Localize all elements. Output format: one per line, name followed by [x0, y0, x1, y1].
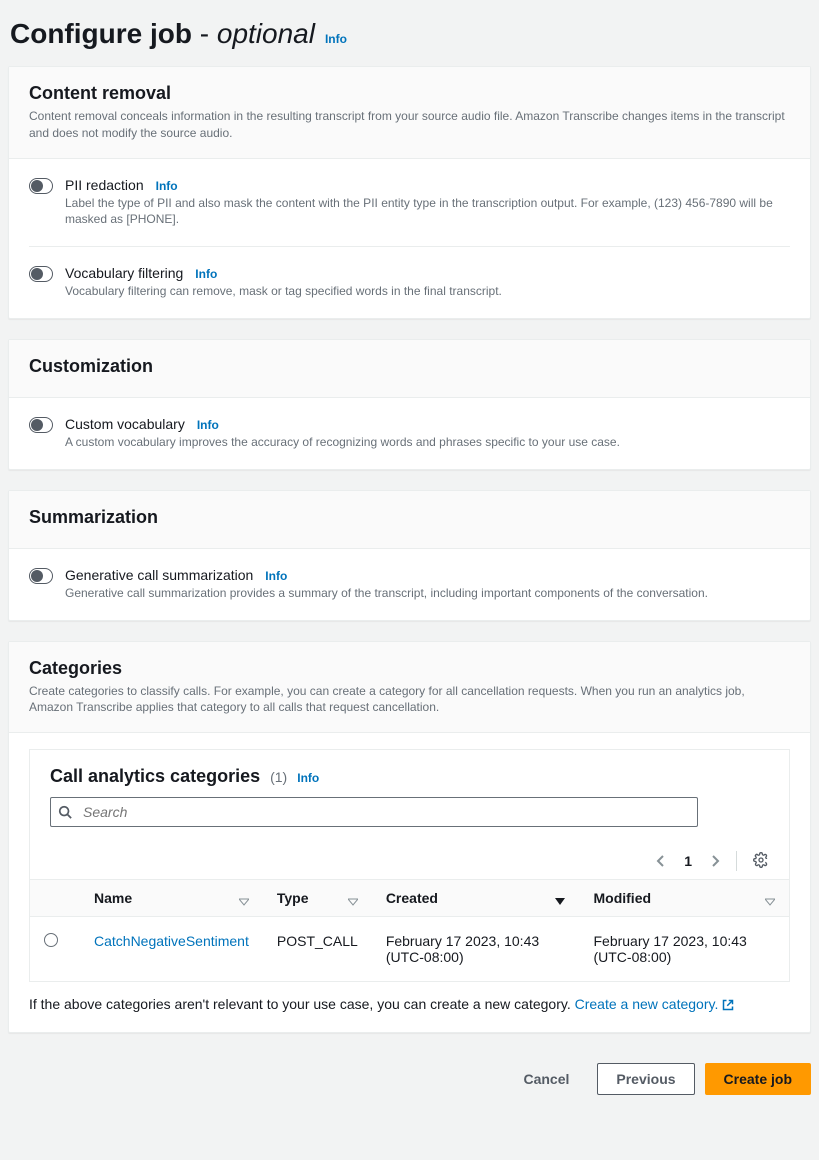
- custom-vocab-desc: A custom vocabulary improves the accurac…: [65, 434, 790, 451]
- table-title: Call analytics categories: [50, 766, 260, 787]
- create-job-button[interactable]: Create job: [705, 1063, 811, 1095]
- gen-summarization-label: Generative call summarization: [65, 567, 253, 583]
- vocab-filtering-desc: Vocabulary filtering can remove, mask or…: [65, 283, 790, 300]
- option-pii-redaction: PII redaction Info Label the type of PII…: [29, 159, 790, 247]
- settings-button[interactable]: [753, 852, 769, 871]
- page-number: 1: [684, 853, 692, 869]
- page-title-sep: -: [200, 18, 209, 49]
- summarization-title: Summarization: [29, 507, 790, 528]
- gen-summarization-desc: Generative call summarization provides a…: [65, 585, 790, 602]
- categories-table: Call analytics categories (1) Info: [29, 749, 790, 982]
- col-modified[interactable]: Modified: [579, 880, 789, 917]
- page-title-optional: optional: [217, 18, 315, 49]
- pii-redaction-info[interactable]: Info: [156, 179, 178, 193]
- vocab-filtering-info[interactable]: Info: [195, 267, 217, 281]
- custom-vocab-info[interactable]: Info: [197, 418, 219, 432]
- col-name[interactable]: Name: [80, 880, 263, 917]
- gen-summarization-info[interactable]: Info: [265, 569, 287, 583]
- toggle-vocab-filtering[interactable]: [29, 266, 53, 282]
- sort-icon-active: [555, 893, 565, 903]
- category-name-link[interactable]: CatchNegativeSentiment: [94, 933, 249, 949]
- external-link-icon: [722, 998, 734, 1014]
- categories-desc: Create categories to classify calls. For…: [29, 683, 790, 717]
- panel-summarization: Summarization Generative call summarizat…: [8, 490, 811, 621]
- toggle-pii-redaction[interactable]: [29, 178, 53, 194]
- table-count: (1): [270, 769, 287, 785]
- category-created: February 17 2023, 10:43 (UTC-08:00): [372, 917, 580, 982]
- search-icon: [58, 805, 72, 819]
- content-removal-title: Content removal: [29, 83, 790, 104]
- page-info-link[interactable]: Info: [325, 32, 347, 46]
- panel-customization: Customization Custom vocabulary Info A c…: [8, 339, 811, 470]
- wizard-footer: Cancel Previous Create job: [8, 1053, 811, 1103]
- custom-vocab-label: Custom vocabulary: [65, 416, 185, 432]
- table-row: CatchNegativeSentiment POST_CALL Februar…: [30, 917, 789, 982]
- previous-button[interactable]: Previous: [597, 1063, 694, 1095]
- panel-header: Categories Create categories to classify…: [9, 642, 810, 734]
- next-page-button[interactable]: [710, 854, 720, 868]
- pii-redaction-desc: Label the type of PII and also mask the …: [65, 195, 790, 229]
- categories-title: Categories: [29, 658, 790, 679]
- col-name-label: Name: [94, 890, 132, 906]
- vocab-filtering-label: Vocabulary filtering: [65, 265, 183, 281]
- toggle-custom-vocab[interactable]: [29, 417, 53, 433]
- page-title-main: Configure job: [10, 18, 192, 49]
- panel-header: Content removal Content removal conceals…: [9, 67, 810, 159]
- customization-title: Customization: [29, 356, 790, 377]
- sort-icon: [348, 893, 358, 903]
- divider: [736, 851, 737, 871]
- panel-categories: Categories Create categories to classify…: [8, 641, 811, 1034]
- col-modified-label: Modified: [593, 890, 651, 906]
- prev-page-button[interactable]: [656, 854, 666, 868]
- category-modified: February 17 2023, 10:43 (UTC-08:00): [579, 917, 789, 982]
- option-custom-vocab: Custom vocabulary Info A custom vocabula…: [29, 398, 790, 469]
- toggle-gen-summarization[interactable]: [29, 568, 53, 584]
- row-select-radio[interactable]: [44, 933, 58, 947]
- col-created[interactable]: Created: [372, 880, 580, 917]
- categories-footer-text: If the above categories aren't relevant …: [29, 996, 575, 1012]
- pii-redaction-label: PII redaction: [65, 177, 144, 193]
- panel-header: Customization: [9, 340, 810, 398]
- col-type[interactable]: Type: [263, 880, 372, 917]
- panel-content-removal: Content removal Content removal conceals…: [8, 66, 811, 319]
- content-removal-desc: Content removal conceals information in …: [29, 108, 790, 142]
- category-type: POST_CALL: [263, 917, 372, 982]
- col-created-label: Created: [386, 890, 438, 906]
- search-input[interactable]: [50, 797, 698, 827]
- cancel-button[interactable]: Cancel: [505, 1063, 587, 1095]
- sort-icon: [239, 893, 249, 903]
- search-box: [50, 797, 698, 827]
- create-category-link[interactable]: Create a new category.: [575, 996, 735, 1012]
- option-vocab-filtering: Vocabulary filtering Info Vocabulary fil…: [29, 246, 790, 318]
- col-select: [30, 880, 80, 917]
- page-title: Configure job - optional Info: [10, 18, 811, 50]
- option-gen-summarization: Generative call summarization Info Gener…: [29, 549, 790, 620]
- create-category-link-text: Create a new category.: [575, 996, 719, 1012]
- sort-icon: [765, 893, 775, 903]
- panel-header: Summarization: [9, 491, 810, 549]
- col-type-label: Type: [277, 890, 309, 906]
- table-info[interactable]: Info: [297, 771, 319, 785]
